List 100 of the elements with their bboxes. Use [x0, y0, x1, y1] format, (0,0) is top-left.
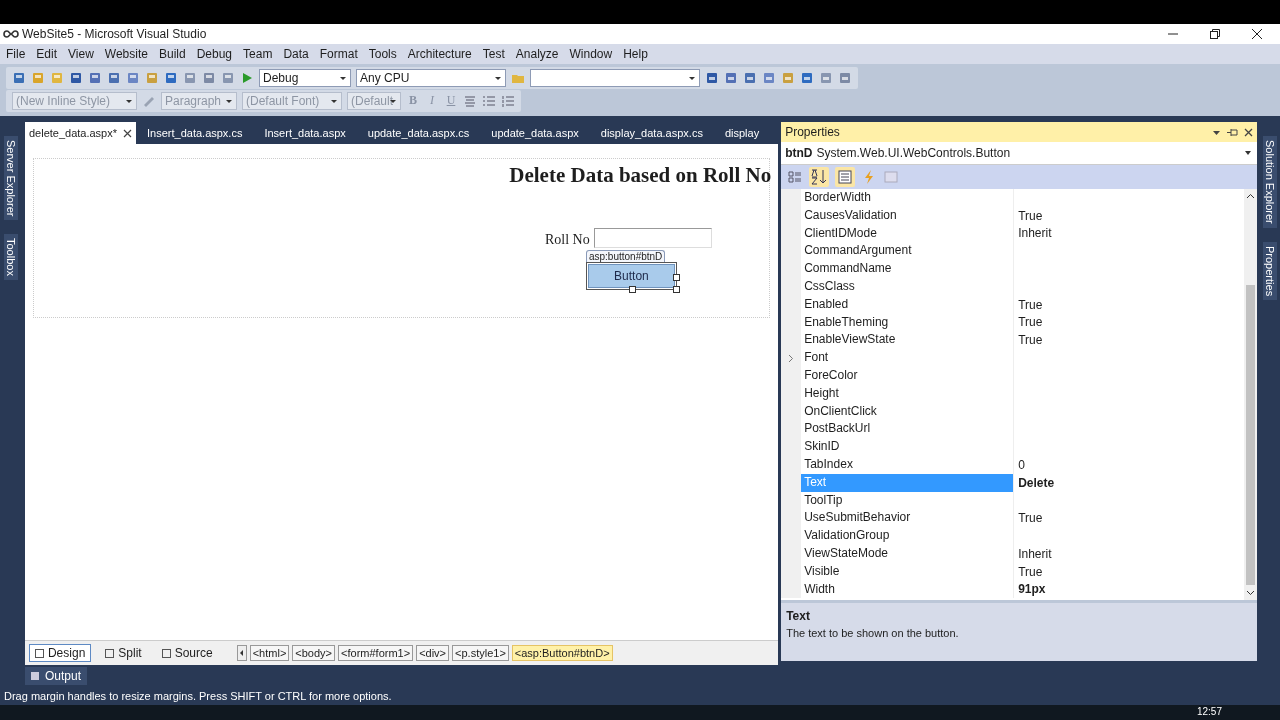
- restore-icon[interactable]: [1209, 28, 1221, 40]
- tag-breadcrumb[interactable]: <p.style1>: [452, 645, 509, 661]
- find-dropdown[interactable]: [530, 68, 700, 87]
- window-title: WebSite5 - Microsoft Visual Studio: [22, 27, 207, 41]
- property-name[interactable]: SkinID: [801, 438, 1015, 456]
- menu-item[interactable]: Analyze: [515, 47, 567, 61]
- document-tab[interactable]: delete_data.aspx*: [24, 122, 137, 144]
- scrollbar-thumb[interactable]: [1246, 284, 1256, 585]
- tag-breadcrumb[interactable]: <body>: [292, 645, 336, 661]
- configuration-dropdown[interactable]: Debug: [259, 68, 351, 87]
- property-name[interactable]: CssClass: [801, 278, 1015, 296]
- property-name[interactable]: Visible: [801, 562, 1015, 581]
- description-title: Text: [786, 609, 811, 623]
- property-name[interactable]: ForeColor: [801, 366, 1015, 385]
- property-name[interactable]: Height: [801, 384, 1015, 403]
- menu-item[interactable]: File: [6, 47, 34, 61]
- property-value[interactable]: True: [1014, 333, 1245, 348]
- tag-breadcrumb[interactable]: <asp:Button#btnD>: [511, 645, 613, 661]
- document-tab[interactable]: display_data.aspx.cs: [589, 122, 714, 144]
- pin-icon[interactable]: [1227, 127, 1239, 137]
- platform-dropdown[interactable]: Any CPU: [356, 68, 506, 87]
- property-name[interactable]: Enabled: [801, 295, 1015, 314]
- tag-breadcrumb[interactable]: <form#form1>: [338, 645, 414, 661]
- menu-item[interactable]: Architecture: [407, 47, 480, 61]
- view-tab[interactable]: Split: [99, 644, 148, 662]
- list-icon[interactable]: [482, 93, 496, 108]
- property-name[interactable]: BorderWidth: [801, 189, 1015, 207]
- property-name[interactable]: EnableTheming: [801, 313, 1015, 332]
- property-name[interactable]: CausesValidation: [801, 206, 1015, 225]
- menu-item[interactable]: View: [68, 47, 102, 61]
- resize-handle[interactable]: [628, 286, 636, 293]
- property-value[interactable]: True: [1014, 297, 1245, 312]
- side-tab[interactable]: Server Explorer: [3, 136, 18, 221]
- property-name[interactable]: ViewStateMode: [801, 544, 1015, 563]
- property-list-icon[interactable]: [835, 167, 856, 187]
- field-label: Roll No: [544, 232, 590, 248]
- property-value[interactable]: Delete: [1014, 475, 1245, 490]
- property-name[interactable]: Font: [801, 349, 1015, 367]
- roll-no-input-field[interactable]: [593, 228, 712, 248]
- property-value[interactable]: True: [1014, 511, 1245, 526]
- align-icon[interactable]: [463, 93, 477, 108]
- property-name[interactable]: Width: [801, 580, 1015, 599]
- output-tab[interactable]: Output: [25, 667, 88, 685]
- control-tag: asp:button#btnD: [585, 250, 666, 262]
- categorized-icon[interactable]: [787, 169, 804, 185]
- tag-breadcrumb[interactable]: <html>: [249, 645, 290, 661]
- menu-item[interactable]: Help: [623, 47, 656, 61]
- side-tab[interactable]: Properties: [1263, 241, 1277, 300]
- menu-item[interactable]: Data: [283, 47, 317, 61]
- scroll-down-icon[interactable]: [1246, 590, 1256, 596]
- menu-item[interactable]: Website: [104, 47, 156, 61]
- property-name[interactable]: ToolTip: [801, 491, 1015, 510]
- property-name[interactable]: UseSubmitBehavior: [801, 509, 1015, 528]
- document-tab[interactable]: update_data.aspx.cs: [356, 122, 481, 144]
- scrollbar[interactable]: [1244, 189, 1258, 600]
- description-text: The text to be shown on the button.: [786, 627, 960, 639]
- property-name[interactable]: ClientIDMode: [801, 224, 1015, 243]
- property-value[interactable]: True: [1014, 564, 1245, 579]
- property-name[interactable]: PostBackUrl: [801, 420, 1015, 439]
- menu-item[interactable]: Debug: [196, 47, 241, 61]
- menu-item[interactable]: Build: [158, 47, 194, 61]
- menu-item[interactable]: Test: [482, 47, 513, 61]
- scroll-up-icon[interactable]: [1246, 193, 1256, 199]
- property-value[interactable]: 91px: [1014, 582, 1245, 597]
- property-name[interactable]: EnableViewState: [801, 331, 1015, 350]
- menu-item[interactable]: Tools: [368, 47, 405, 61]
- start-debugging-icon[interactable]: [240, 70, 254, 85]
- design-button[interactable]: Button: [587, 264, 675, 288]
- property-pages-icon: [883, 169, 900, 185]
- tag-breadcrumb[interactable]: <div>: [416, 645, 450, 661]
- menu-item[interactable]: Format: [319, 47, 366, 61]
- scroll-left-icon[interactable]: [236, 645, 247, 661]
- document-tab[interactable]: Insert_data.aspx.cs: [136, 122, 254, 144]
- side-tab[interactable]: Toolbox: [3, 234, 18, 281]
- menu-item[interactable]: Edit: [36, 47, 66, 61]
- sort-alphabetical-icon[interactable]: [809, 167, 830, 187]
- property-name[interactable]: CommandName: [801, 260, 1015, 278]
- expand-icon[interactable]: [788, 353, 795, 363]
- close-icon[interactable]: [1251, 28, 1263, 40]
- property-name[interactable]: OnClientClick: [801, 402, 1015, 421]
- side-tab[interactable]: Solution Explorer: [1263, 136, 1277, 228]
- document-tab[interactable]: update_data.aspx: [480, 122, 590, 144]
- numbered-list-icon[interactable]: [501, 93, 515, 108]
- property-value[interactable]: True: [1014, 315, 1245, 330]
- close-icon[interactable]: [1244, 127, 1254, 137]
- menu-item[interactable]: Window: [569, 47, 621, 61]
- close-icon[interactable]: [123, 128, 133, 138]
- property-value[interactable]: Inherit: [1014, 226, 1245, 241]
- view-tab[interactable]: Design: [28, 644, 92, 662]
- document-tab[interactable]: display: [713, 122, 771, 144]
- property-value[interactable]: True: [1014, 208, 1245, 223]
- property-name[interactable]: ValidationGroup: [801, 527, 1015, 545]
- property-value[interactable]: 0: [1014, 457, 1245, 472]
- view-tab[interactable]: Source: [155, 644, 219, 662]
- document-tab[interactable]: Insert_data.aspx: [253, 122, 357, 144]
- property-name[interactable]: CommandArgument: [801, 242, 1015, 261]
- menu-item[interactable]: Team: [243, 47, 281, 61]
- property-name[interactable]: TabIndex: [801, 455, 1015, 474]
- property-value[interactable]: Inherit: [1014, 546, 1245, 561]
- view-icon: [105, 648, 115, 658]
